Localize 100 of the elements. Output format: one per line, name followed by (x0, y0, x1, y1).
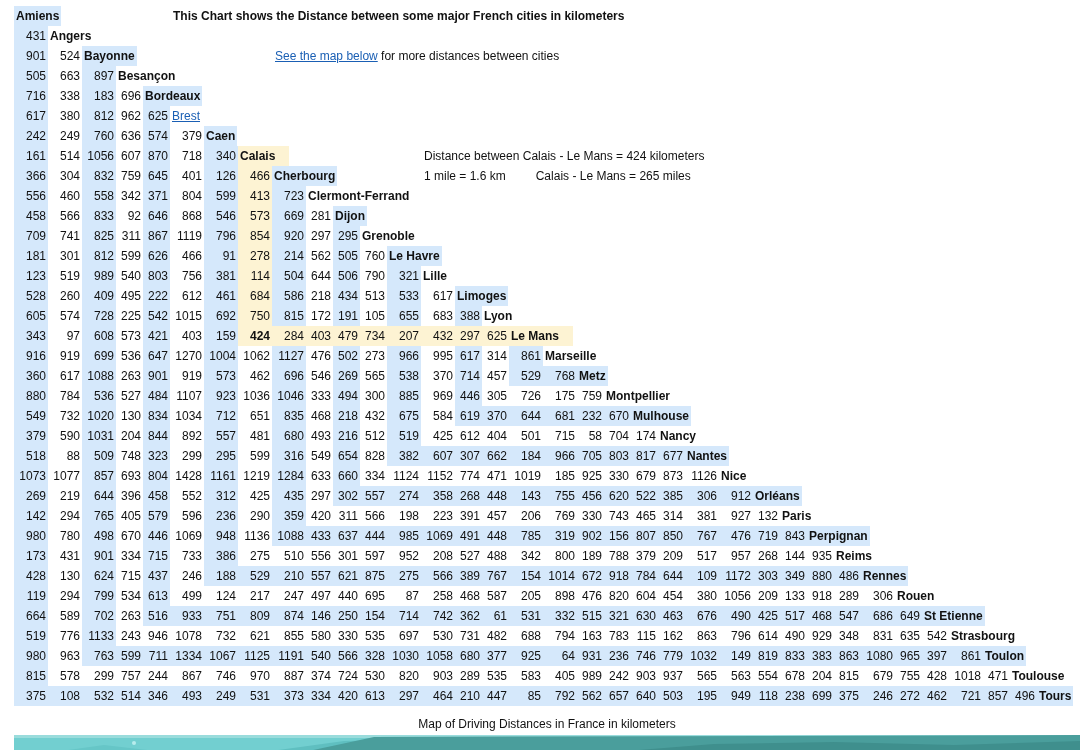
city-label: Nantes (685, 446, 729, 466)
distance-cell: 1036 (238, 386, 272, 406)
distance-cell: 970 (238, 666, 272, 686)
distance-cell: 529 (509, 366, 543, 386)
distance-cell: 868 (170, 206, 204, 226)
distance-cell: 834 (143, 406, 170, 426)
distance-cell: 854 (238, 226, 272, 246)
distance-cell: 784 (631, 566, 658, 586)
distance-cell: 249 (48, 126, 82, 146)
map-link[interactable]: See the map below (275, 49, 378, 63)
distance-cell: 1062 (238, 346, 272, 366)
distance-cell: 755 (895, 666, 922, 686)
distance-cell: 538 (387, 366, 421, 386)
distance-cell: 527 (455, 546, 482, 566)
distance-cell: 382 (387, 446, 421, 466)
distance-cell: 236 (204, 506, 238, 526)
distance-cell: 447 (482, 686, 509, 706)
distance-cell: 373 (272, 686, 306, 706)
distance-cell: 912 (719, 486, 753, 506)
distance-cell: 124 (204, 586, 238, 606)
distance-cell: 546 (306, 366, 333, 386)
distance-cell: 719 (753, 526, 780, 546)
distance-cell: 583 (509, 666, 543, 686)
distance-cell: 1067 (204, 646, 238, 666)
distance-cell: 528 (14, 286, 48, 306)
distance-cell: 330 (604, 466, 631, 486)
distance-cell: 861 (509, 346, 543, 366)
distance-cell: 397 (922, 646, 949, 666)
distance-cell: 815 (272, 306, 306, 326)
distance-cell: 637 (333, 526, 360, 546)
distance-cell: 1172 (719, 566, 753, 586)
distance-cell: 381 (204, 266, 238, 286)
distance-cell: 377 (482, 646, 509, 666)
distance-cell: 246 (861, 686, 895, 706)
distance-cell: 433 (306, 526, 333, 546)
distance-cell: 163 (577, 626, 604, 646)
distance-cell: 512 (360, 426, 387, 446)
distance-cell: 989 (577, 666, 604, 686)
distance-cell: 746 (631, 646, 658, 666)
distance-cell: 767 (482, 566, 509, 586)
distance-cell: 933 (170, 606, 204, 626)
distance-cell: 437 (143, 566, 170, 586)
distance-cell: 1124 (387, 466, 421, 486)
distance-cell: 626 (143, 246, 170, 266)
distance-cell: 669 (272, 206, 306, 226)
distance-cell: 154 (360, 606, 387, 626)
distance-cell: 587 (482, 586, 509, 606)
distance-cell: 780 (48, 526, 82, 546)
distance-cell: 431 (14, 26, 48, 46)
distance-cell: 742 (421, 606, 455, 626)
distance-cell: 1069 (421, 526, 455, 546)
distance-cell: 966 (543, 446, 577, 466)
city-label: Perpignan (807, 526, 870, 546)
distance-cell: 716 (14, 86, 48, 106)
distance-cell: 549 (14, 406, 48, 426)
distance-cell: 919 (170, 366, 204, 386)
distance-cell: 536 (82, 386, 116, 406)
distance-cell: 514 (48, 146, 82, 166)
distance-cell: 330 (333, 626, 360, 646)
distance-cell: 517 (685, 546, 719, 566)
distance-cell: 625 (482, 326, 509, 346)
distance-cell: 174 (631, 426, 658, 446)
distance-cell: 952 (387, 546, 421, 566)
city-label: Rennes (861, 566, 909, 586)
distance-cell: 820 (604, 586, 631, 606)
distance-cell: 161 (14, 146, 48, 166)
distance-cell: 461 (204, 286, 238, 306)
distance-cell: 386 (204, 546, 238, 566)
distance-cell: 1127 (272, 346, 306, 366)
distance-cell: 297 (455, 326, 482, 346)
distance-cell: 458 (14, 206, 48, 226)
distance-cell: 533 (387, 286, 421, 306)
distance-cell: 607 (421, 446, 455, 466)
distance-cell: 159 (204, 326, 238, 346)
distance-cell: 435 (272, 486, 306, 506)
distance-cell: 1056 (82, 146, 116, 166)
distance-cell: 334 (306, 686, 333, 706)
distance-cell: 831 (861, 626, 895, 646)
distance-cell: 87 (387, 586, 421, 606)
distance-cell: 494 (333, 386, 360, 406)
distance-cell: 825 (82, 226, 116, 246)
distance-cell: 162 (658, 626, 685, 646)
distance-cell: 389 (455, 566, 482, 586)
distance-cell: 299 (82, 666, 116, 686)
distance-cell: 509 (82, 446, 116, 466)
distance-cell: 269 (333, 366, 360, 386)
distance-cell: 379 (14, 426, 48, 446)
distance-cell: 126 (204, 166, 238, 186)
distance-cell: 1270 (170, 346, 204, 366)
distance-cell: 216 (333, 426, 360, 446)
distance-cell: 800 (543, 546, 577, 566)
distance-cell: 1014 (543, 566, 577, 586)
distance-cell: 699 (807, 686, 834, 706)
distance-cell: 476 (577, 586, 604, 606)
distance-cell: 809 (238, 606, 272, 626)
distance-cell: 1088 (272, 526, 306, 546)
distance-cell: 946 (143, 626, 170, 646)
distance-cell: 498 (82, 526, 116, 546)
distance-cell: 586 (272, 286, 306, 306)
distance-cell: 783 (604, 626, 631, 646)
